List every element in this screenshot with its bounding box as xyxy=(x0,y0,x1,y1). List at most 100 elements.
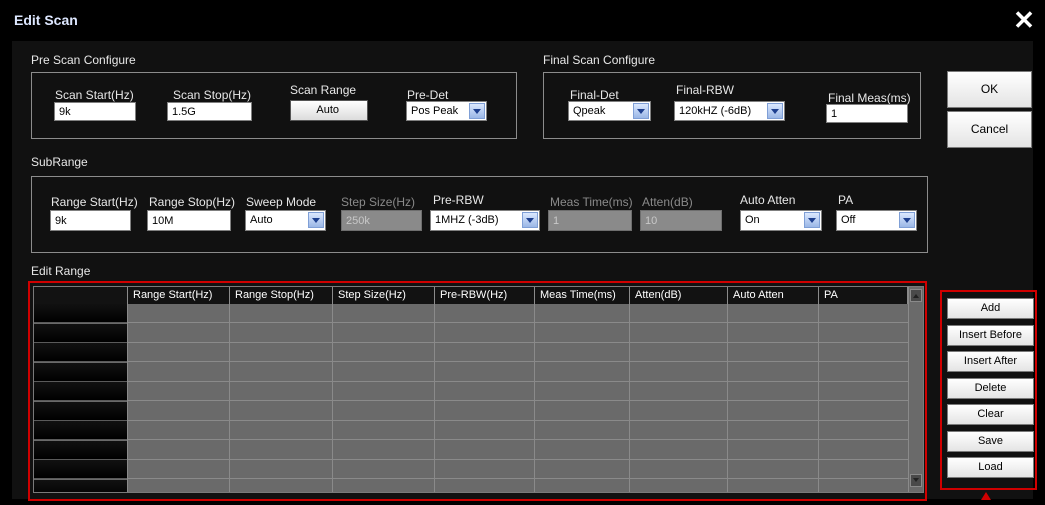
table-row xyxy=(128,342,908,343)
table-column-divider xyxy=(127,287,128,492)
meas-time-label: Meas Time(ms) xyxy=(550,195,633,209)
chevron-down-icon[interactable] xyxy=(308,212,324,228)
edit-range-label: Edit Range xyxy=(31,264,91,278)
meas-time-input: 1 xyxy=(548,210,632,231)
save-button[interactable]: Save xyxy=(947,431,1034,452)
chevron-down-icon[interactable] xyxy=(469,103,485,119)
range-stop-label: Range Stop(Hz) xyxy=(149,195,236,209)
col-step-size[interactable]: Step Size(Hz) xyxy=(333,287,435,304)
table-row-header[interactable] xyxy=(34,460,127,479)
scan-range-auto-label: Auto xyxy=(316,104,339,116)
final-det-label: Final-Det xyxy=(570,88,619,102)
final-meas-label: Final Meas(ms) xyxy=(828,91,911,105)
col-meas-time[interactable]: Meas Time(ms) xyxy=(535,287,630,304)
table-row-header[interactable] xyxy=(34,324,127,343)
pre-rbw-select[interactable]: 1MHZ (-3dB) xyxy=(430,210,540,231)
pre-scan-group-label: Pre Scan Configure xyxy=(31,53,136,67)
load-button[interactable]: Load xyxy=(947,457,1034,478)
auto-atten-label: Auto Atten xyxy=(740,193,796,207)
table-row-header[interactable] xyxy=(34,402,127,421)
chevron-down-icon[interactable] xyxy=(633,103,649,119)
col-atten[interactable]: Atten(dB) xyxy=(630,287,728,304)
chevron-down-icon[interactable] xyxy=(522,212,538,228)
table-row-header[interactable] xyxy=(34,363,127,382)
final-det-select[interactable]: Qpeak xyxy=(568,101,651,121)
side-buttons-highlight: Add Insert Before Insert After Delete Cl… xyxy=(940,290,1037,490)
table-row-header[interactable] xyxy=(34,441,127,460)
scan-stop-label: Scan Stop(Hz) xyxy=(173,88,252,102)
clear-button[interactable]: Clear xyxy=(947,404,1034,425)
table-row-header[interactable] xyxy=(34,304,127,323)
col-pre-rbw[interactable]: Pre-RBW(Hz) xyxy=(435,287,535,304)
sweep-mode-select[interactable]: Auto xyxy=(245,210,326,231)
col-pa[interactable]: PA xyxy=(819,287,908,304)
window-title: Edit Scan xyxy=(14,12,78,28)
sweep-mode-value: Auto xyxy=(250,214,273,226)
table-row-header[interactable] xyxy=(34,480,127,492)
table-column-divider xyxy=(629,287,630,492)
table-row xyxy=(128,400,908,401)
table-row xyxy=(128,459,908,460)
pa-label: PA xyxy=(838,193,854,207)
auto-atten-select[interactable]: On xyxy=(740,210,822,231)
edit-range-table[interactable]: Range Start(Hz) Range Stop(Hz) Step Size… xyxy=(33,286,924,493)
table-row xyxy=(128,439,908,440)
scan-start-input[interactable]: 9k xyxy=(54,102,136,121)
scan-start-label: Scan Start(Hz) xyxy=(55,88,134,102)
scan-range-label: Scan Range xyxy=(290,83,357,97)
table-column-divider xyxy=(818,287,819,492)
add-button[interactable]: Add xyxy=(947,298,1034,319)
chevron-down-icon[interactable] xyxy=(804,212,820,228)
pre-det-value: Pos Peak xyxy=(411,105,459,117)
final-rbw-label: Final-RBW xyxy=(676,83,735,97)
final-meas-input[interactable]: 1 xyxy=(826,104,908,123)
insert-after-button[interactable]: Insert After xyxy=(947,351,1034,372)
ok-button[interactable]: OK xyxy=(947,71,1032,108)
col-range-stop[interactable]: Range Stop(Hz) xyxy=(230,287,333,304)
pa-select[interactable]: Off xyxy=(836,210,917,231)
final-det-value: Qpeak xyxy=(573,105,606,117)
pre-det-select[interactable]: Pos Peak xyxy=(406,101,487,121)
table-row xyxy=(128,361,908,362)
scroll-up-icon[interactable] xyxy=(910,289,922,302)
sweep-mode-label: Sweep Mode xyxy=(246,195,317,209)
title-bar xyxy=(0,0,1045,40)
chevron-down-icon[interactable] xyxy=(899,212,915,228)
cancel-button[interactable]: Cancel xyxy=(947,111,1032,148)
final-scan-group-label: Final Scan Configure xyxy=(543,53,656,67)
table-row xyxy=(128,478,908,479)
pre-det-label: Pre-Det xyxy=(407,88,449,102)
chevron-down-icon[interactable] xyxy=(767,103,783,119)
range-start-label: Range Start(Hz) xyxy=(51,195,138,209)
step-size-input: 250k xyxy=(341,210,422,231)
table-row-header[interactable] xyxy=(34,421,127,440)
atten-input: 10 xyxy=(640,210,722,231)
pa-value: Off xyxy=(841,214,856,226)
table-column-divider xyxy=(332,287,333,492)
table-row xyxy=(128,381,908,382)
table-row xyxy=(128,420,908,421)
insert-before-button[interactable]: Insert Before xyxy=(947,325,1034,346)
range-stop-input[interactable]: 10M xyxy=(147,210,231,231)
range-start-input[interactable]: 9k xyxy=(50,210,131,231)
table-column-divider xyxy=(534,287,535,492)
table-column-divider xyxy=(727,287,728,492)
table-row-header[interactable] xyxy=(34,382,127,401)
table-scrollbar[interactable] xyxy=(908,287,923,492)
step-size-label: Step Size(Hz) xyxy=(341,195,416,209)
col-range-start[interactable]: Range Start(Hz) xyxy=(128,287,230,304)
scan-stop-input[interactable]: 1.5G xyxy=(167,102,252,121)
pointer-arrow-icon xyxy=(981,492,991,500)
final-rbw-select[interactable]: 120kHZ (-6dB) xyxy=(674,101,785,121)
table-row-header[interactable] xyxy=(34,343,127,362)
col-auto-atten[interactable]: Auto Atten xyxy=(728,287,819,304)
close-icon[interactable]: ✕ xyxy=(1012,7,1036,33)
delete-button[interactable]: Delete xyxy=(947,378,1034,399)
pre-rbw-value: 1MHZ (-3dB) xyxy=(435,214,499,226)
scroll-down-icon[interactable] xyxy=(910,474,922,487)
table-column-divider xyxy=(229,287,230,492)
auto-atten-value: On xyxy=(745,214,760,226)
final-rbw-value: 120kHZ (-6dB) xyxy=(679,105,752,117)
scan-range-auto-button[interactable]: Auto xyxy=(290,100,368,121)
pre-rbw-label: Pre-RBW xyxy=(433,193,484,207)
